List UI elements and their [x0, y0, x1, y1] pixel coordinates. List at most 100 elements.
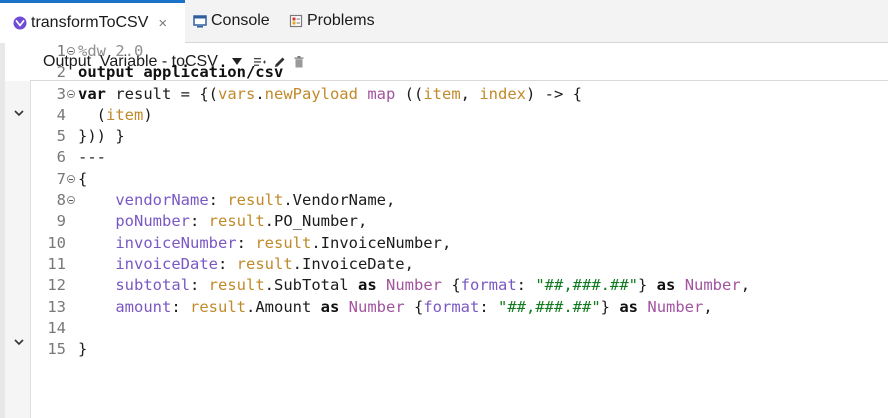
code-line[interactable]: 15}	[32, 339, 888, 360]
code-line[interactable]: 9 poNumber: result.PO_Number,	[32, 211, 888, 232]
code-text: subtotal: result.SubTotal as Number {for…	[78, 275, 750, 296]
code-token: "##,###.##"	[498, 297, 601, 316]
code-token: Number	[647, 297, 704, 316]
tab-label: Problems	[307, 12, 375, 29]
code-token: result = {(	[106, 84, 218, 103]
code-line[interactable]: 8 vendorName: result.VendorName,	[32, 190, 888, 211]
code-token: as	[656, 276, 676, 295]
code-token: newPayload	[264, 84, 358, 103]
code-line[interactable]: 11 invoiceDate: result.InvoiceDate,	[32, 254, 888, 275]
code-token: .InvoiceNumber,	[311, 233, 452, 252]
line-number: 1	[56, 42, 66, 60]
code-token: .PO_Number,	[264, 212, 368, 231]
collapse-chevron-icon[interactable]	[13, 106, 25, 118]
gutter-divider	[30, 81, 31, 418]
line-number: 12	[47, 276, 66, 295]
code-line[interactable]: 3 var result = {(vars.newPayload map ((it…	[32, 84, 888, 105]
fold-gutter	[5, 81, 30, 418]
close-tab-icon[interactable]: ×	[158, 15, 167, 32]
code-token: Number	[684, 276, 741, 295]
code-text: }	[78, 339, 87, 360]
code-token: as	[619, 297, 639, 316]
code-token: .InvoiceDate,	[292, 254, 414, 273]
code-token: }	[600, 297, 620, 316]
code-token: :	[479, 297, 499, 316]
code-token: :	[189, 276, 209, 295]
tab-label: transformToCSV	[31, 14, 149, 31]
line-number: 7	[56, 169, 66, 188]
code-text: ---	[78, 147, 106, 168]
code-token: amount	[115, 297, 172, 316]
code-text: vendorName: result.VendorName,	[78, 190, 395, 211]
code-token: }	[78, 340, 88, 359]
code-token: Number	[348, 297, 405, 316]
code-token: output application/csv	[78, 63, 284, 82]
code-token: map	[367, 84, 396, 103]
fold-toggle-icon[interactable]	[67, 89, 75, 98]
code-token: index	[479, 84, 526, 103]
line-number: 3	[56, 84, 66, 103]
code-token: var	[78, 84, 106, 103]
code-token: ((	[395, 84, 424, 103]
code-text: var result = {(vars.newPayload map ((ite…	[78, 84, 582, 105]
code-line[interactable]: 10 invoiceNumber: result.InvoiceNumber,	[32, 233, 888, 254]
code-token: format	[460, 276, 517, 295]
fold-toggle-icon[interactable]	[67, 196, 75, 205]
code-editor[interactable]: 1 %dw 2.0 2 output application/csv 3 var resu…	[32, 41, 888, 360]
code-token: result	[208, 276, 265, 295]
code-token: }	[638, 276, 657, 295]
code-line[interactable]: 6 ---	[32, 147, 888, 168]
code-token: (	[78, 105, 106, 124]
code-token: :	[516, 276, 536, 295]
code-line[interactable]: 1 %dw 2.0	[32, 41, 888, 62]
code-line[interactable]: 12 subtotal: result.SubTotal as Number {…	[32, 275, 888, 296]
code-token: result	[208, 212, 265, 231]
line-number: 9	[56, 212, 66, 231]
line-number: 11	[47, 254, 66, 273]
line-number: 4	[56, 105, 66, 124]
line-number: 13	[47, 297, 66, 316]
code-token: vendorName	[115, 191, 209, 210]
problems-icon	[289, 14, 303, 28]
code-token: .VendorName,	[283, 191, 396, 210]
code-token: ,	[460, 84, 480, 103]
fold-toggle-icon[interactable]	[67, 174, 75, 183]
code-line[interactable]: 2 output application/csv	[32, 62, 888, 83]
code-line[interactable]: 5})) }	[32, 126, 888, 147]
code-token: ,	[703, 297, 713, 316]
code-text: amount: result.Amount as Number {format:…	[78, 297, 713, 318]
code-text: poNumber: result.PO_Number,	[78, 211, 367, 232]
code-token: result	[255, 233, 312, 252]
code-token: ) -> {	[526, 84, 582, 103]
code-token: format	[423, 297, 480, 316]
code-line[interactable]: 4 (item)	[32, 105, 888, 126]
tab-console[interactable]: Console	[193, 0, 270, 42]
code-token: Number	[386, 276, 442, 295]
code-line[interactable]: 14	[32, 318, 888, 339]
code-line[interactable]: 13 amount: result.Amount as Number {form…	[32, 297, 888, 318]
code-token: :	[236, 233, 256, 252]
code-token: vars	[217, 84, 256, 103]
code-token: subtotal	[115, 276, 190, 295]
tab-problems[interactable]: Problems	[289, 0, 375, 42]
code-text: invoiceNumber: result.InvoiceNumber,	[78, 233, 451, 254]
editor-tab-bar: transformToCSV × Console Problems	[0, 0, 888, 43]
collapse-chevron-icon[interactable]	[13, 335, 25, 347]
code-token: ---	[78, 148, 106, 167]
code-line[interactable]: 7{	[32, 169, 888, 190]
line-number: 10	[47, 233, 66, 252]
code-token: item	[423, 84, 461, 103]
fold-toggle-icon[interactable]	[67, 47, 75, 55]
line-number: 15	[47, 340, 66, 359]
line-number: 6	[56, 148, 66, 167]
tab-transform-to-csv[interactable]: transformToCSV ×	[0, 0, 185, 43]
code-token: .Amount	[246, 297, 321, 316]
